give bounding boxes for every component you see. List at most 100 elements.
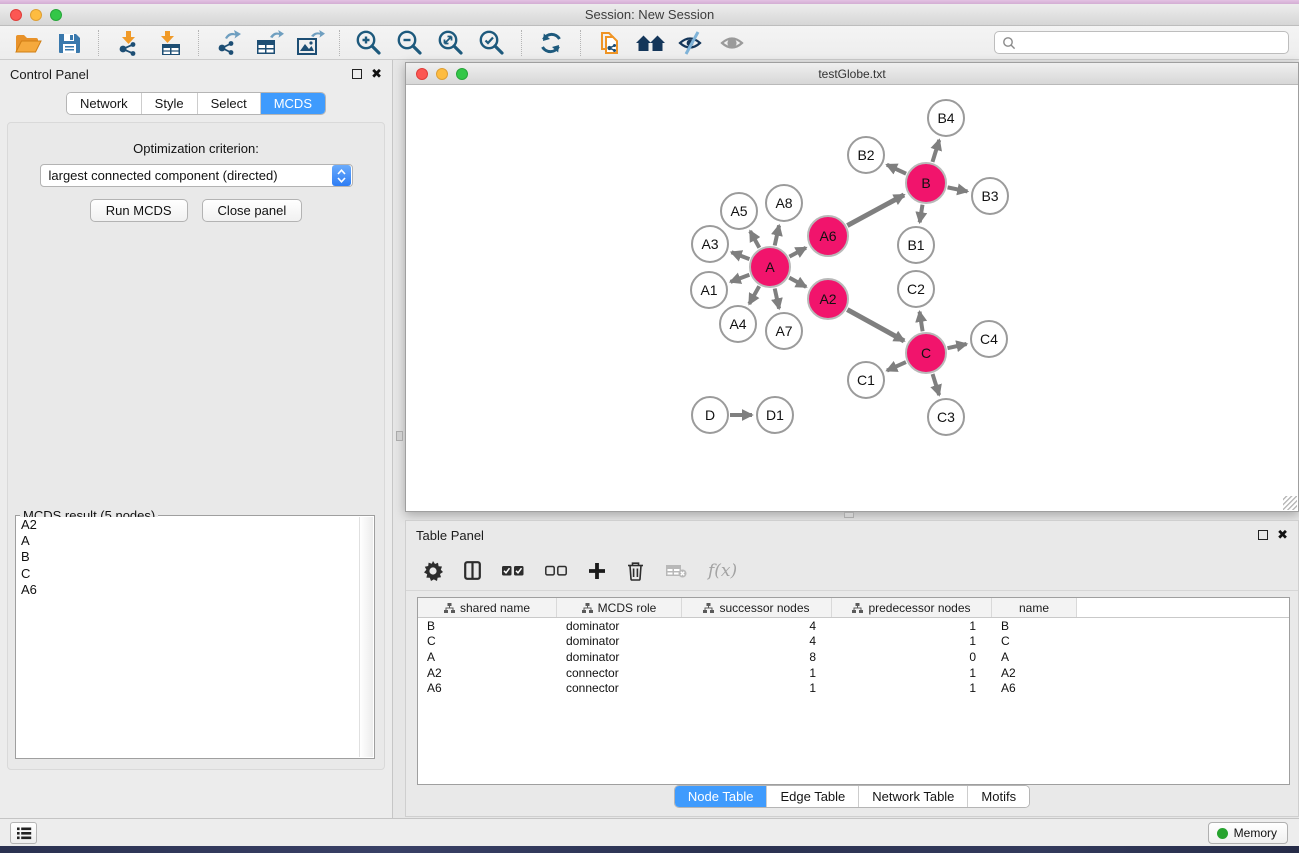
table-cell[interactable]: dominator — [557, 650, 682, 664]
export-network-icon[interactable] — [212, 28, 244, 58]
graph-edge[interactable] — [947, 344, 966, 348]
result-item[interactable]: A2 — [17, 517, 359, 533]
result-scrollbar[interactable] — [359, 517, 373, 757]
close-panel-icon[interactable]: ✖ — [371, 69, 382, 79]
graph-edge[interactable] — [731, 275, 750, 282]
column-header-mcds-role[interactable]: MCDS role — [557, 598, 682, 617]
table-cell[interactable]: dominator — [557, 634, 682, 648]
result-item[interactable]: A6 — [17, 582, 359, 598]
graph-edge[interactable] — [749, 286, 759, 304]
graph-node-A4[interactable]: A4 — [719, 305, 757, 343]
tab-motifs[interactable]: Motifs — [967, 786, 1029, 807]
table-cell[interactable]: C — [418, 634, 557, 648]
export-image-icon[interactable] — [294, 28, 326, 58]
graph-node-C[interactable]: C — [905, 332, 947, 374]
table-row[interactable]: Adominator80A — [418, 649, 1289, 665]
table-cell[interactable]: A2 — [418, 666, 557, 680]
zoom-selected-icon[interactable] — [476, 28, 508, 58]
graph-node-A5[interactable]: A5 — [720, 192, 758, 230]
tab-mcds[interactable]: MCDS — [260, 93, 325, 114]
splitter-handle-vertical[interactable] — [396, 431, 403, 441]
delete-table-icon[interactable] — [665, 558, 687, 584]
memory-button[interactable]: Memory — [1208, 822, 1288, 844]
search-field[interactable] — [994, 31, 1289, 54]
table-cell[interactable]: 1 — [832, 681, 992, 695]
graph-node-C1[interactable]: C1 — [847, 361, 885, 399]
float-panel-icon[interactable] — [352, 69, 362, 79]
graph-edge[interactable] — [887, 165, 906, 174]
table-cell[interactable]: 8 — [682, 650, 832, 664]
select-all-icon[interactable] — [502, 558, 524, 584]
table-cell[interactable]: B — [992, 619, 1077, 633]
table-cell[interactable]: A6 — [992, 681, 1077, 695]
table-cell[interactable]: B — [418, 619, 557, 633]
delete-column-icon[interactable] — [627, 558, 644, 584]
open-session-icon[interactable] — [12, 28, 44, 58]
close-panel-button[interactable]: Close panel — [202, 199, 303, 222]
table-cell[interactable]: A — [418, 650, 557, 664]
home-icon[interactable] — [635, 28, 667, 58]
zoom-out-icon[interactable] — [394, 28, 426, 58]
graph-node-D[interactable]: D — [691, 396, 729, 434]
network-window-titlebar[interactable]: testGlobe.txt — [406, 63, 1298, 85]
graph-edge[interactable] — [933, 374, 940, 395]
import-network-icon[interactable] — [112, 28, 144, 58]
column-chooser-icon[interactable] — [464, 558, 481, 584]
tab-network[interactable]: Network — [67, 93, 141, 114]
tab-select[interactable]: Select — [197, 93, 260, 114]
result-item[interactable]: C — [17, 566, 359, 582]
table-row[interactable]: A2connector11A2 — [418, 665, 1289, 681]
zoom-fit-icon[interactable] — [435, 28, 467, 58]
column-header-shared-name[interactable]: shared name — [418, 598, 557, 617]
refresh-layout-icon[interactable] — [535, 28, 567, 58]
column-header-predecessor-nodes[interactable]: predecessor nodes — [832, 598, 992, 617]
graph-node-B4[interactable]: B4 — [927, 99, 965, 137]
column-header-successor-nodes[interactable]: successor nodes — [682, 598, 832, 617]
graph-node-A2[interactable]: A2 — [807, 278, 849, 320]
save-session-icon[interactable] — [53, 28, 85, 58]
graph-edge[interactable] — [887, 362, 906, 371]
hide-panels-icon[interactable] — [676, 28, 708, 58]
splitter-handle-horizontal[interactable] — [844, 512, 854, 518]
table-cell[interactable]: 1 — [682, 681, 832, 695]
show-panels-button[interactable] — [10, 822, 37, 844]
graph-edge[interactable] — [789, 248, 806, 257]
table-cell[interactable]: connector — [557, 681, 682, 695]
graph-edge[interactable] — [775, 225, 779, 245]
graph-edge[interactable] — [920, 205, 923, 223]
table-cell[interactable]: 1 — [682, 666, 832, 680]
deselect-all-icon[interactable] — [545, 558, 567, 584]
graph-node-A3[interactable]: A3 — [691, 225, 729, 263]
graph-node-B2[interactable]: B2 — [847, 136, 885, 174]
result-item[interactable]: A — [17, 533, 359, 549]
graph-edge[interactable] — [750, 231, 759, 248]
table-cell[interactable]: A2 — [992, 666, 1077, 680]
graph-node-D1[interactable]: D1 — [756, 396, 794, 434]
table-cell[interactable]: 1 — [832, 619, 992, 633]
table-row[interactable]: Bdominator41B — [418, 618, 1289, 634]
graph-edge[interactable] — [920, 312, 923, 332]
graph-edge[interactable] — [932, 140, 939, 162]
table-cell[interactable]: 0 — [832, 650, 992, 664]
table-cell[interactable]: 1 — [832, 666, 992, 680]
graph-node-B3[interactable]: B3 — [971, 177, 1009, 215]
network-canvas[interactable]: B4B2BB3A5A8A6A3B1AC2A1A2A4A7C4CC1C3DD1 — [406, 85, 1298, 511]
close-table-panel-icon[interactable]: ✖ — [1277, 530, 1288, 540]
table-cell[interactable]: C — [992, 634, 1077, 648]
table-cell[interactable]: 4 — [682, 634, 832, 648]
table-cell[interactable]: connector — [557, 666, 682, 680]
tab-style[interactable]: Style — [141, 93, 197, 114]
graph-node-C2[interactable]: C2 — [897, 270, 935, 308]
graph-node-C3[interactable]: C3 — [927, 398, 965, 436]
tab-node-table[interactable]: Node Table — [675, 786, 767, 807]
settings-gear-icon[interactable] — [423, 558, 443, 584]
import-table-icon[interactable] — [153, 28, 185, 58]
tab-edge-table[interactable]: Edge Table — [766, 786, 858, 807]
clone-network-icon[interactable] — [594, 28, 626, 58]
add-column-icon[interactable] — [588, 558, 606, 584]
graph-node-A[interactable]: A — [749, 246, 791, 288]
run-mcds-button[interactable]: Run MCDS — [90, 199, 188, 222]
graph-node-B1[interactable]: B1 — [897, 226, 935, 264]
table-row[interactable]: Cdominator41C — [418, 634, 1289, 650]
graph-edge[interactable] — [789, 278, 806, 287]
